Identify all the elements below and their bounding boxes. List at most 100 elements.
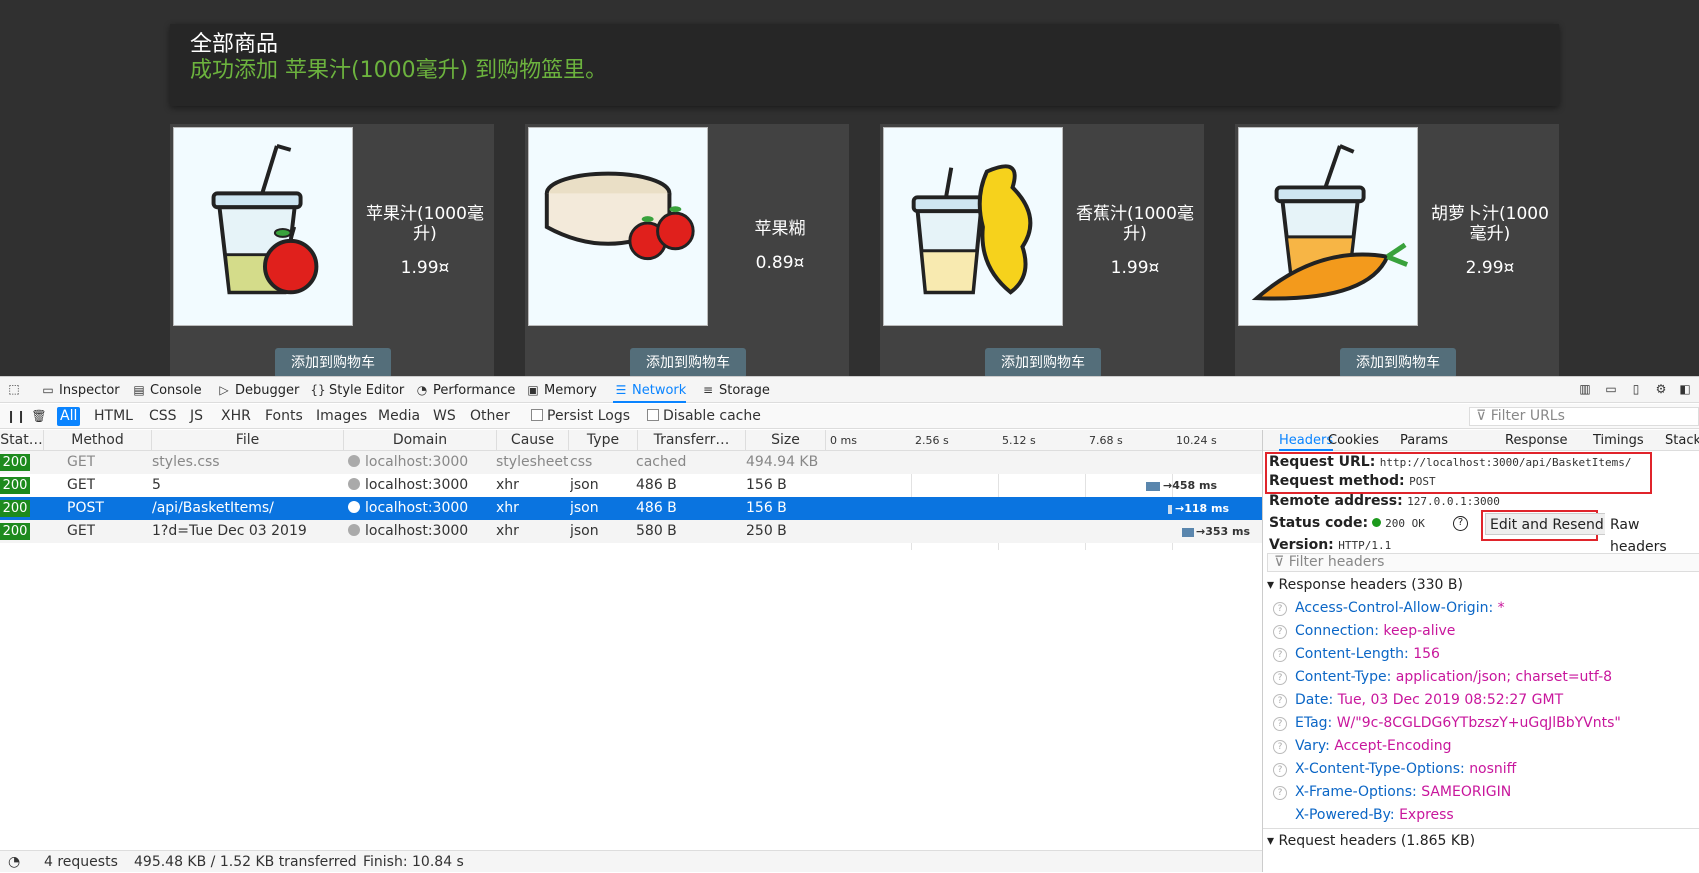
header-row[interactable]: ? Content-Type: application/json; charset… — [1273, 667, 1612, 687]
filter-html[interactable]: HTML — [91, 407, 136, 426]
table-row-selected[interactable]: 200 POST /api/BasketItems/ localhost:300… — [0, 497, 1262, 520]
response-headers-toggle[interactable]: ▾ Response headers (330 B) — [1267, 576, 1463, 595]
filter-css[interactable]: CSS — [146, 407, 180, 426]
filter-fonts[interactable]: Fonts — [262, 407, 306, 426]
table-row[interactable]: 200 GET 1?d=Tue Dec 03 2019 localhost:30… — [0, 520, 1262, 543]
filter-images[interactable]: Images — [313, 407, 370, 426]
globe-icon — [348, 455, 360, 467]
header-row[interactable]: ? Vary: Accept-Encoding — [1273, 736, 1452, 756]
filter-headers-input[interactable]: ⊽ Filter headers — [1267, 553, 1699, 572]
product-info: 胡萝卜汁(1000毫升) 2.99¤ — [1425, 204, 1555, 278]
product-card: 苹果糊 0.89¤ 添加到购物车 — [525, 124, 849, 376]
style-editor-icon: {} — [310, 383, 326, 397]
waterfall-timing: →458 ms — [1163, 479, 1218, 492]
column-type[interactable]: Type — [569, 430, 638, 451]
settings-gear-icon[interactable]: ⚙ — [1653, 381, 1669, 397]
page-title: 全部商品 — [190, 32, 279, 57]
cell-size: 494.94 KB — [746, 454, 819, 470]
tab-timings[interactable]: Timings — [1593, 430, 1644, 451]
filter-js[interactable]: JS — [187, 407, 206, 426]
product-image-apple-juice[interactable] — [173, 127, 353, 326]
product-price: 2.99¤ — [1465, 258, 1515, 278]
tab-storage[interactable]: ≡ Storage — [700, 377, 770, 403]
globe-icon — [348, 478, 360, 490]
responsive-design-icon[interactable]: ▭ — [1603, 381, 1619, 397]
product-image-carrot-juice[interactable] — [1238, 127, 1418, 326]
header-row[interactable]: ? X-Frame-Options: SAMEORIGIN — [1273, 782, 1511, 802]
column-size[interactable]: Size — [746, 430, 826, 451]
product-card: 苹果汁(1000毫升) 1.99¤ 添加到购物车 — [170, 124, 494, 376]
filter-xhr[interactable]: XHR — [218, 407, 254, 426]
tab-headers[interactable]: Headers — [1279, 430, 1334, 451]
column-method[interactable]: Method — [44, 430, 152, 451]
help-icon: ? — [1273, 602, 1287, 616]
header-row[interactable]: X-Powered-By: Express — [1273, 805, 1454, 825]
request-url-row: Request URL: http://localhost:3000/api/B… — [1269, 454, 1632, 470]
screenshot-icon[interactable]: ▯ — [1628, 381, 1644, 397]
globe-icon — [348, 501, 360, 513]
request-headers-toggle[interactable]: ▾ Request headers (1.865 KB) — [1267, 832, 1475, 851]
tab-params[interactable]: Params — [1400, 430, 1448, 451]
header-row[interactable]: ? Content-Length: 156 — [1273, 644, 1440, 664]
filter-media[interactable]: Media — [375, 407, 423, 426]
column-file[interactable]: File — [152, 430, 344, 451]
add-to-basket-button[interactable]: 添加到购物车 — [630, 348, 746, 376]
product-card: 胡萝卜汁(1000毫升) 2.99¤ 添加到购物车 — [1235, 124, 1559, 376]
edit-and-resend-button[interactable]: Edit and Resend — [1485, 513, 1609, 535]
header-row[interactable]: ? X-Content-Type-Options: nosniff — [1273, 759, 1516, 779]
column-cause[interactable]: Cause — [497, 430, 569, 451]
clear-trash-icon[interactable]: 🗑 — [31, 408, 47, 424]
divider — [1263, 828, 1699, 829]
request-table-header: Stat… Method File Domain Cause Type Tran… — [0, 430, 1262, 451]
persist-logs-checkbox[interactable]: Persist Logs — [531, 408, 630, 425]
tab-response[interactable]: Response — [1505, 430, 1567, 451]
product-image-banana-juice[interactable] — [883, 127, 1063, 326]
tab-performance[interactable]: ◔ Performance — [414, 377, 516, 403]
debugger-icon: ▷ — [219, 383, 229, 397]
tab-console[interactable]: ▤ Console — [131, 377, 201, 403]
performance-analysis-icon[interactable]: ◔ — [8, 851, 20, 873]
product-name: 香蕉汁(1000毫升) — [1076, 204, 1194, 244]
table-row[interactable]: 200 GET 5 localhost:3000 xhr json 486 B … — [0, 474, 1262, 497]
product-card: 香蕉汁(1000毫升) 1.99¤ 添加到购物车 — [880, 124, 1204, 376]
tab-debugger[interactable]: ▷ Debugger — [216, 377, 299, 403]
status-badge: 200 — [0, 523, 30, 540]
help-icon: ? — [1273, 763, 1287, 777]
request-count: 4 requests — [44, 854, 118, 870]
request-method-row: Request method: POST — [1269, 473, 1436, 489]
pick-element-icon[interactable]: ⬚ — [6, 381, 22, 397]
tab-memory[interactable]: ▣ Memory — [525, 377, 597, 403]
filter-ws[interactable]: WS — [430, 407, 459, 426]
tab-stack[interactable]: Stack — [1665, 430, 1699, 451]
column-domain[interactable]: Domain — [344, 430, 497, 451]
product-name: 胡萝卜汁(1000毫升) — [1431, 204, 1549, 244]
disable-cache-checkbox[interactable]: Disable cache — [647, 408, 761, 425]
column-status[interactable]: Stat… — [0, 430, 44, 451]
table-row[interactable]: 200 GET styles.css localhost:3000 styles… — [0, 451, 1262, 474]
add-to-basket-button[interactable]: 添加到购物车 — [275, 348, 391, 376]
filter-other[interactable]: Other — [467, 407, 513, 426]
product-image-apple-pomace[interactable] — [528, 127, 708, 326]
finish-time: Finish: 10.84 s — [363, 854, 464, 870]
cell-method: GET — [67, 477, 96, 493]
filter-urls-input[interactable]: ⊽ Filter URLs — [1469, 407, 1699, 426]
request-url[interactable]: http://localhost:3000/api/BasketItems/ — [1380, 456, 1632, 469]
split-console-icon[interactable]: ▥ — [1577, 381, 1593, 397]
header-row[interactable]: ? Connection: keep-alive — [1273, 621, 1455, 641]
filter-all[interactable]: All — [57, 407, 81, 426]
pause-icon[interactable]: ❙❙ — [6, 408, 26, 424]
help-icon[interactable]: ? — [1453, 516, 1468, 531]
cell-transferred: 486 B — [636, 500, 677, 516]
tab-network[interactable]: ☰ Network — [613, 377, 687, 403]
tab-style-editor[interactable]: {} Style Editor — [310, 377, 404, 403]
header-row[interactable]: ? ETag: W/"9c-8CGLDG6YTbzszY+uGqJlBbYVnts… — [1273, 713, 1621, 733]
add-to-basket-button[interactable]: 添加到购物车 — [1340, 348, 1456, 376]
tab-cookies[interactable]: Cookies — [1328, 430, 1379, 451]
header-row[interactable]: ? Access-Control-Allow-Origin: * — [1273, 598, 1505, 618]
column-transferred[interactable]: Transferr… — [638, 430, 746, 451]
dock-side-icon[interactable]: ◧ — [1677, 381, 1693, 397]
header-row[interactable]: ? Date: Tue, 03 Dec 2019 08:52:27 GMT — [1273, 690, 1563, 710]
raw-headers-toggle[interactable]: Raw headers — [1605, 513, 1699, 555]
tab-inspector[interactable]: ▭ Inspector — [40, 377, 119, 403]
add-to-basket-button[interactable]: 添加到购物车 — [985, 348, 1101, 376]
